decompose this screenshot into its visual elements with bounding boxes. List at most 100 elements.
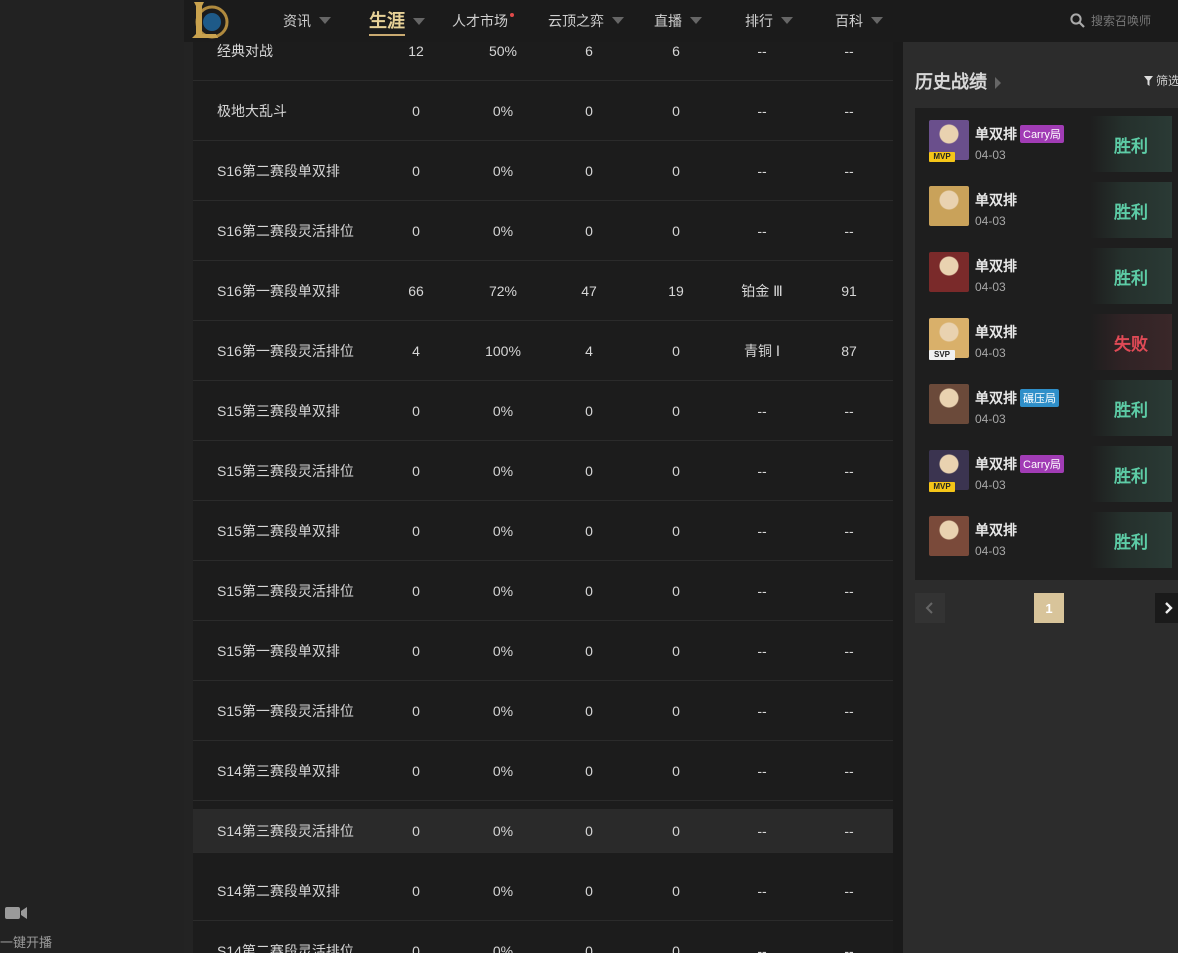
stat-cell-losses: 0 — [672, 822, 680, 839]
chevron-right-icon — [1165, 602, 1173, 614]
stat-cell-winrate: 50% — [488, 42, 518, 59]
stat-cell-tier: -- — [757, 522, 767, 539]
stat-cell-winrate: 0% — [492, 882, 514, 899]
stat-cell-tier: -- — [757, 882, 767, 899]
stat-cell-winrate: 0% — [492, 522, 514, 539]
page-number[interactable]: 1 — [1034, 593, 1064, 623]
match-item[interactable]: MVP 单双排 Carry局 04-03 胜利 — [915, 108, 1178, 174]
chevron-down-icon — [413, 17, 425, 25]
stat-cell-games: 0 — [412, 822, 420, 839]
nav-news[interactable]: 资讯 — [283, 0, 331, 42]
lol-logo-icon[interactable] — [186, 0, 230, 42]
search-icon — [1070, 13, 1085, 29]
stat-cell-losses: 0 — [672, 162, 680, 179]
stat-cell-wins: 0 — [585, 702, 593, 719]
stat-cell-games: 0 — [412, 942, 420, 953]
mode-name-cell: S14第二赛段单双排 — [217, 882, 340, 899]
stat-cell-games: 0 — [412, 402, 420, 419]
nav-wiki[interactable]: 百科 — [835, 0, 883, 42]
next-page-button[interactable] — [1155, 593, 1178, 623]
stat-cell-winrate: 0% — [492, 402, 514, 419]
stat-cell-score: 91 — [841, 282, 857, 299]
stat-cell-wins: 0 — [585, 642, 593, 659]
search-placeholder: 搜索召唤师 — [1091, 14, 1152, 28]
search-input[interactable]: 搜索召唤师 — [1070, 0, 1151, 42]
nav-tft[interactable]: 云顶之弈 — [548, 0, 624, 42]
table-row: S15第一赛段单双排 0 0% 0 0 -- -- — [193, 621, 893, 681]
stat-cell-games: 66 — [408, 282, 424, 299]
stat-cell-tier: -- — [757, 402, 767, 419]
match-item[interactable]: 单双排 04-03 胜利 — [915, 240, 1178, 306]
match-result: 失败 — [1090, 314, 1172, 370]
stat-cell-games: 0 — [412, 162, 420, 179]
table-row: S15第二赛段灵活排位 0 0% 0 0 -- -- — [193, 561, 893, 621]
live-label: 一键开播 — [0, 935, 53, 950]
svp-badge: SVP — [929, 350, 955, 360]
match-item[interactable]: 单双排 04-03 胜利 — [915, 504, 1178, 570]
stat-cell-score: -- — [844, 102, 854, 119]
divider — [893, 42, 903, 953]
stat-cell-tier: -- — [757, 942, 767, 953]
one-click-live-button[interactable]: 一键开播 — [0, 900, 60, 953]
left-rail: 一键开播 — [0, 0, 184, 953]
filter-button[interactable]: 筛选 — [1144, 72, 1178, 89]
stat-cell-tier: -- — [757, 102, 767, 119]
stat-cell-wins: 0 — [585, 582, 593, 599]
table-row: S15第二赛段单双排 0 0% 0 0 -- -- — [193, 501, 893, 561]
table-row: S15第一赛段灵活排位 0 0% 0 0 -- -- — [193, 681, 893, 741]
match-mode: 单双排 — [975, 324, 1017, 340]
stat-cell-tier: -- — [757, 462, 767, 479]
match-mode: 单双排 碾压局 — [975, 388, 1059, 408]
nav-live[interactable]: 直播 — [654, 0, 702, 42]
champion-avatar — [929, 384, 969, 424]
stat-cell-games: 12 — [408, 42, 424, 59]
career-stats-table: 经典对战 12 50% 6 6 -- -- 极地大乱斗 0 0% 0 0 -- -- S16第二赛段单双排 0… — [193, 42, 893, 953]
table-row: S14第三赛段单双排 0 0% 0 0 -- -- — [193, 741, 893, 801]
stat-cell-wins: 6 — [585, 42, 593, 59]
stat-cell-games: 0 — [412, 642, 420, 659]
stat-cell-tier: -- — [757, 822, 767, 839]
stat-cell-losses: 0 — [672, 702, 680, 719]
stat-cell-tier: -- — [757, 42, 767, 59]
stat-cell-wins: 0 — [585, 762, 593, 779]
match-item[interactable]: MVP 单双排 Carry局 04-03 胜利 — [915, 438, 1178, 504]
stat-cell-winrate: 0% — [492, 462, 514, 479]
mvp-badge: MVP — [929, 482, 955, 492]
stat-cell-games: 0 — [412, 522, 420, 539]
top-nav: 资讯 生涯 人才市场 云顶之弈 直播 排行 百科 搜索召唤师 — [184, 0, 1178, 42]
history-title[interactable]: 历史战绩 — [915, 68, 1001, 94]
match-result: 胜利 — [1090, 116, 1172, 172]
match-tag: Carry局 — [1020, 125, 1064, 143]
stat-cell-wins: 0 — [585, 882, 593, 899]
match-result: 胜利 — [1090, 380, 1172, 436]
champion-avatar — [929, 186, 969, 226]
nav-talent-market[interactable]: 人才市场 — [452, 0, 514, 42]
match-item[interactable]: 单双排 碾压局 04-03 胜利 — [915, 372, 1178, 438]
mvp-badge: MVP — [929, 152, 955, 162]
mode-name-cell: S14第三赛段灵活排位 — [217, 822, 354, 839]
match-tag: 碾压局 — [1020, 389, 1059, 407]
match-history-panel: 历史战绩 筛选 MVP 单双排 Carry局 04-03 胜利 单双排 04-03… — [903, 42, 1178, 953]
nav-career[interactable]: 生涯 — [369, 0, 425, 42]
stat-cell-games: 0 — [412, 702, 420, 719]
stat-cell-winrate: 0% — [492, 822, 514, 839]
table-row: 极地大乱斗 0 0% 0 0 -- -- — [193, 81, 893, 141]
stat-cell-losses: 0 — [672, 642, 680, 659]
nav-ranking[interactable]: 排行 — [745, 0, 793, 42]
match-item[interactable]: 单双排 04-03 胜利 — [915, 174, 1178, 240]
match-mode: 单双排 — [975, 522, 1017, 538]
stat-cell-tier: -- — [757, 762, 767, 779]
match-item[interactable]: SVP 单双排 04-03 失败 — [915, 306, 1178, 372]
stat-cell-losses: 0 — [672, 522, 680, 539]
stat-cell-score: -- — [844, 222, 854, 239]
match-mode: 单双排 — [975, 258, 1017, 274]
stat-cell-winrate: 72% — [488, 282, 518, 299]
stat-cell-score: -- — [844, 522, 854, 539]
stat-cell-games: 0 — [412, 582, 420, 599]
notification-dot — [510, 13, 514, 17]
stat-cell-score: -- — [844, 582, 854, 599]
stat-cell-tier: -- — [757, 582, 767, 599]
prev-page-button[interactable] — [915, 593, 945, 623]
table-row: S16第二赛段灵活排位 0 0% 0 0 -- -- — [193, 201, 893, 261]
stat-cell-losses: 0 — [672, 342, 680, 359]
